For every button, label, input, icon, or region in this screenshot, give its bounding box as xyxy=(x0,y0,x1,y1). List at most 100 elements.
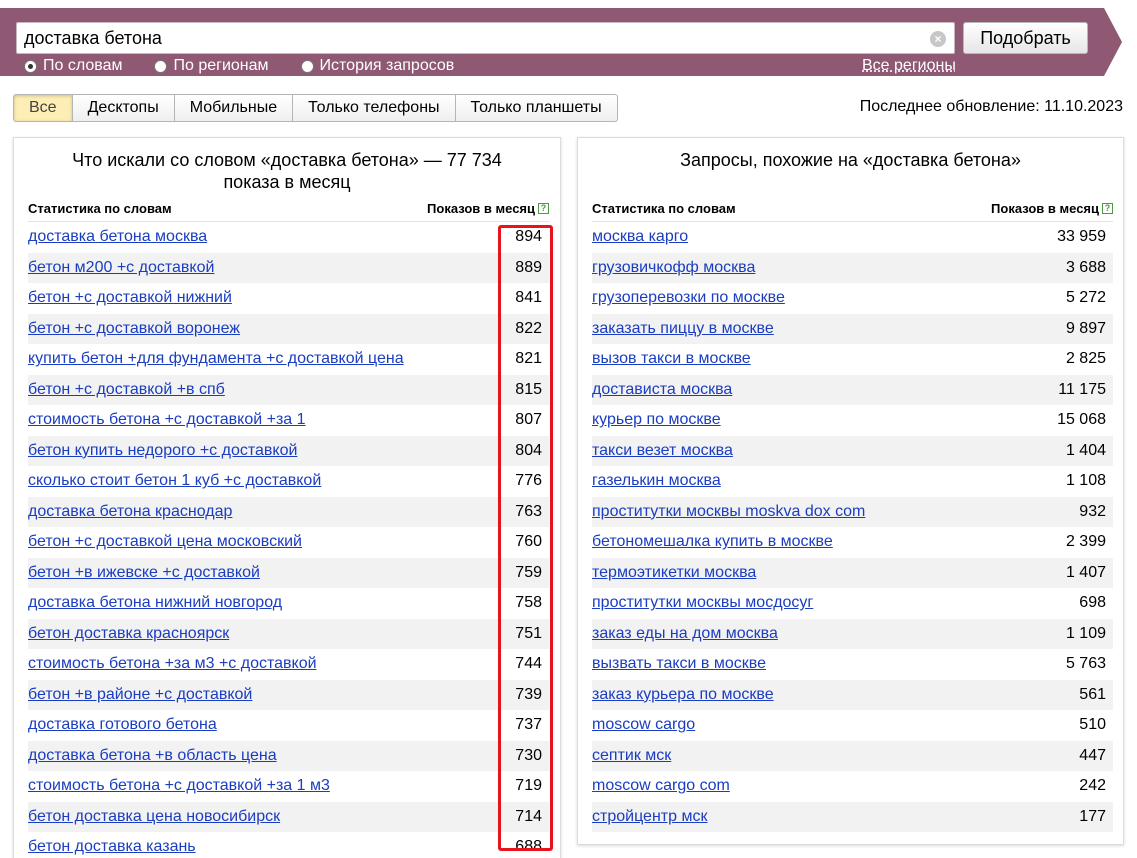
query-link[interactable]: грузовичкофф москва xyxy=(592,259,755,277)
tab-phones-only[interactable]: Только телефоны xyxy=(293,94,456,122)
query-link[interactable]: вызов такси в москве xyxy=(592,350,751,368)
table-row: бетон м200 +с доставкой 889 xyxy=(28,252,549,283)
table-row: бетон +с доставкой воронеж 822 xyxy=(28,313,549,344)
query-link[interactable]: септик мск xyxy=(592,747,671,765)
impressions-count: 758 xyxy=(515,594,542,612)
radio-dot-icon[interactable] xyxy=(24,59,37,73)
table-row: бетономешалка купить в москве 2 399 xyxy=(592,527,1113,558)
right-panel-similar-queries: Запросы, похожие на «доставка бетона» Ст… xyxy=(577,137,1124,845)
query-link[interactable]: заказ еды на дом москва xyxy=(592,625,778,643)
query-link[interactable]: вызвать такси в москве xyxy=(592,655,766,673)
query-link[interactable]: бетон доставка красноярск xyxy=(28,625,229,643)
query-link[interactable]: проститутки москвы moskva dox com xyxy=(592,503,865,521)
help-icon[interactable]: ? xyxy=(1102,203,1113,214)
tab-mobile[interactable]: Мобильные xyxy=(174,94,294,122)
table-row: проститутки москвы мосдосуг 698 xyxy=(592,588,1113,619)
query-link[interactable]: стоимость бетона +с доставкой +за 1 xyxy=(28,411,306,429)
query-link[interactable]: доставка бетона +в область цена xyxy=(28,747,277,765)
table-row: заказ еды на дом москва 1 109 xyxy=(592,618,1113,649)
radio-dot-icon[interactable] xyxy=(154,59,168,73)
impressions-count: 1 108 xyxy=(1065,472,1106,490)
impressions-count: 447 xyxy=(1079,746,1106,764)
table-row: вызов такси в москве 2 825 xyxy=(592,344,1113,375)
impressions-count: 2 399 xyxy=(1065,533,1106,551)
radio-by-words[interactable]: По словам xyxy=(24,57,122,75)
query-link[interactable]: бетон +с доставкой цена московский xyxy=(28,533,302,551)
tab-tablets-only[interactable]: Только планшеты xyxy=(455,94,618,122)
table-row: достависта москва 11 175 xyxy=(592,374,1113,405)
radio-history[interactable]: История запросов xyxy=(300,57,454,75)
query-link[interactable]: moscow cargo com xyxy=(592,777,730,795)
query-link[interactable]: такси везет москва xyxy=(592,442,733,460)
query-link[interactable]: москва карго xyxy=(592,228,688,246)
table-row: такси везет москва 1 404 xyxy=(592,435,1113,466)
impressions-count: 815 xyxy=(515,380,542,398)
tab-all[interactable]: Все xyxy=(13,94,73,122)
impressions-count: 714 xyxy=(515,807,542,825)
query-link[interactable]: заказать пиццу в москве xyxy=(592,320,774,338)
query-link[interactable]: проститутки москвы мосдосуг xyxy=(592,594,813,612)
table-row: стоимость бетона +с доставкой +за 1 м3 71… xyxy=(28,771,549,802)
impressions-count: 759 xyxy=(515,563,542,581)
query-link[interactable]: купить бетон +для фундамента +с доставко… xyxy=(28,350,404,368)
impressions-count: 719 xyxy=(515,777,542,795)
query-link[interactable]: moscow cargo xyxy=(592,716,695,734)
table-row: термоэтикетки москва 1 407 xyxy=(592,557,1113,588)
query-link[interactable]: курьер по москве xyxy=(592,411,721,429)
query-link[interactable]: бетон +с доставкой воронеж xyxy=(28,320,240,338)
table-row: бетон доставка казань 688 xyxy=(28,832,549,858)
all-regions-link[interactable]: Все регионы xyxy=(862,57,956,75)
impressions-count: 730 xyxy=(515,746,542,764)
mode-radio-group: По словам По регионам История запросов xyxy=(24,57,486,75)
search-input[interactable] xyxy=(24,27,904,49)
query-link[interactable]: сколько стоит бетон 1 куб +с доставкой xyxy=(28,472,321,490)
query-link[interactable]: бетон м200 +с доставкой xyxy=(28,259,214,277)
query-link[interactable]: доставка готового бетона xyxy=(28,716,217,734)
query-link[interactable]: бетон +с доставкой нижний xyxy=(28,289,232,307)
impressions-count: 737 xyxy=(515,716,542,734)
search-field[interactable]: × xyxy=(16,22,955,54)
query-link[interactable]: бетон доставка казань xyxy=(28,838,196,856)
pick-button[interactable]: Подобрать xyxy=(963,22,1088,54)
query-link[interactable]: стоимость бетона +за м3 +с доставкой xyxy=(28,655,317,673)
query-link[interactable]: доставка бетона москва xyxy=(28,228,207,246)
impressions-count: 1 404 xyxy=(1065,441,1106,459)
panel-title: Что искали со словом «доставка бетона» —… xyxy=(72,150,502,192)
table-row: бетон +с доставкой цена московский 760 xyxy=(28,527,549,558)
table-row: moscow cargo 510 xyxy=(592,710,1113,741)
query-link[interactable]: доставка бетона краснодар xyxy=(28,503,232,521)
query-link[interactable]: бетон +с доставкой +в спб xyxy=(28,381,225,399)
last-update-text: Последнее обновление: 11.10.2023 xyxy=(859,98,1123,115)
column-header: Статистика по словам Показов в месяц ? xyxy=(592,196,1113,222)
impressions-count: 5 272 xyxy=(1065,289,1106,307)
query-link[interactable]: доставка бетона нижний новгород xyxy=(28,594,282,612)
query-link[interactable]: газелькин москва xyxy=(592,472,721,490)
query-link[interactable]: бетономешалка купить в москве xyxy=(592,533,833,551)
query-link[interactable]: бетон доставка цена новосибирск xyxy=(28,808,280,826)
table-row: грузоперевозки по москве 5 272 xyxy=(592,283,1113,314)
table-row: курьер по москве 15 068 xyxy=(592,405,1113,436)
col-impressions-label: Показов в месяц xyxy=(427,201,535,216)
query-link[interactable]: грузоперевозки по москве xyxy=(592,289,785,307)
impressions-count: 932 xyxy=(1079,502,1106,520)
query-link[interactable]: стоимость бетона +с доставкой +за 1 м3 xyxy=(28,777,330,795)
table-row: бетон +в районе +с доставкой 739 xyxy=(28,679,549,710)
table-row: бетон +с доставкой нижний 841 xyxy=(28,283,549,314)
radio-by-regions[interactable]: По регионам xyxy=(154,57,269,75)
query-link[interactable]: бетон +в ижевске +с доставкой xyxy=(28,564,260,582)
table-row: бетон +с доставкой +в спб 815 xyxy=(28,374,549,405)
query-link[interactable]: заказ курьера по москве xyxy=(592,686,774,704)
clear-icon[interactable]: × xyxy=(930,31,946,47)
query-link[interactable]: достависта москва xyxy=(592,381,732,399)
impressions-count: 15 068 xyxy=(1057,411,1106,429)
impressions-count: 177 xyxy=(1079,807,1106,825)
query-link[interactable]: стройцентр мск xyxy=(592,808,707,826)
radio-dot-icon[interactable] xyxy=(300,59,314,73)
table-row: купить бетон +для фундамента +с доставко… xyxy=(28,344,549,375)
query-link[interactable]: термоэтикетки москва xyxy=(592,564,756,582)
query-link[interactable]: бетон +в районе +с доставкой xyxy=(28,686,252,704)
help-icon[interactable]: ? xyxy=(538,203,549,214)
query-link[interactable]: бетон купить недорого +с доставкой xyxy=(28,442,297,460)
impressions-count: 698 xyxy=(1079,594,1106,612)
tab-desktops[interactable]: Десктопы xyxy=(72,94,175,122)
